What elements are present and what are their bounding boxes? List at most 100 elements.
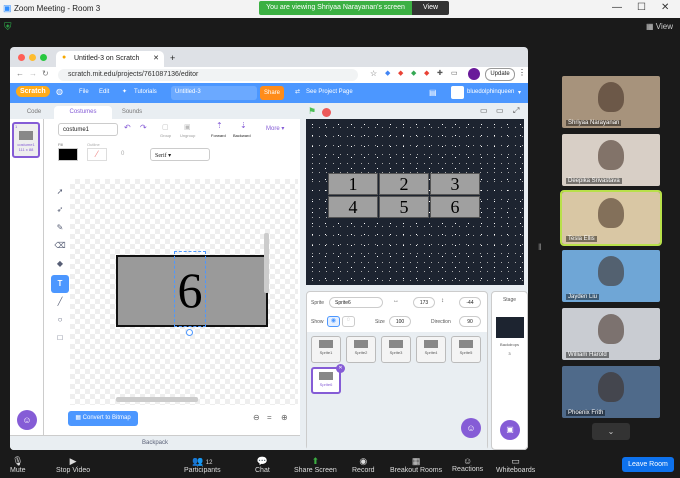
folder-icon[interactable]: ▤ [429, 88, 437, 97]
participant-video-panel[interactable]: Deepika Srivastava [562, 134, 660, 186]
extension-icon[interactable]: ◆ [424, 69, 429, 77]
chat-button[interactable]: 💬 Chat [255, 456, 270, 474]
maximize-icon[interactable]: ☐ [637, 2, 646, 13]
profile-avatar[interactable] [468, 68, 480, 80]
participant-video-panel[interactable]: Tesla Ellis [560, 190, 662, 246]
font-select[interactable]: Serif ▾ [150, 148, 210, 161]
select-tool-icon[interactable]: ➚ [54, 187, 66, 199]
sprite-tile[interactable]: Sprite4 [416, 336, 446, 363]
project-title-field[interactable]: Untitled-3 [171, 86, 257, 100]
menu-file[interactable]: File [79, 89, 89, 95]
redo-icon[interactable]: ↷ [140, 123, 147, 132]
puzzle-icon[interactable]: ✚ [437, 69, 443, 77]
circle-tool-icon[interactable]: ○ [54, 315, 66, 327]
participant-video-panel[interactable]: Jayden Liu [562, 250, 660, 302]
canvas-hscrollbar[interactable] [116, 397, 198, 402]
new-tab-icon[interactable]: + [170, 53, 175, 63]
splitter-handle[interactable]: ‖ [538, 242, 542, 252]
chevron-down-icon[interactable]: ▾ [518, 89, 521, 96]
reading-list-icon[interactable]: ▭ [451, 69, 458, 77]
bookmark-star-icon[interactable]: ☆ [370, 69, 377, 78]
reactions-button[interactable]: ☺ Reactions [452, 456, 483, 473]
undo-icon[interactable]: ↶ [124, 123, 131, 132]
costume-name-input[interactable]: costume1 [58, 123, 118, 136]
stop-video-button[interactable]: ▶ Stop Video [56, 456, 90, 474]
rectangle-tool-icon[interactable]: □ [54, 333, 66, 345]
user-avatar[interactable] [451, 86, 464, 99]
size-input[interactable]: 100 [389, 316, 411, 327]
backward-layer-icon[interactable]: ⇣ [240, 121, 247, 130]
zoom-in-icon[interactable]: ⊕ [281, 413, 288, 422]
text-tool-icon[interactable]: T [51, 275, 69, 293]
tab-code[interactable]: Code [14, 106, 54, 119]
forward-button[interactable]: Forward [211, 133, 226, 138]
tab-close-icon[interactable]: ✕ [153, 54, 159, 62]
share-screen-button[interactable]: ⬆ Share Screen [294, 456, 337, 474]
ungroup-button[interactable]: Ungroup [180, 133, 195, 138]
costume-thumbnail[interactable]: 1 costume1 111 x 88 [12, 122, 40, 158]
leave-room-button[interactable]: Leave Room [622, 457, 674, 472]
reshape-tool-icon[interactable]: ➶ [54, 205, 66, 217]
delete-sprite-icon[interactable]: ✕ [336, 364, 345, 373]
view-button[interactable]: ▦ View [646, 22, 673, 31]
scroll-down-button[interactable]: ⌄ [592, 423, 630, 440]
participant-video-panel[interactable]: Shriyaa Narayanan [562, 76, 660, 128]
forward-layer-icon[interactable]: ⇡ [216, 121, 223, 130]
extension-icon[interactable]: ◆ [385, 69, 390, 77]
fullscreen-icon[interactable]: ⤢ [513, 106, 519, 116]
menu-tutorials[interactable]: Tutorials [134, 89, 157, 95]
small-stage-icon[interactable]: ▭ [480, 106, 488, 115]
whiteboards-button[interactable]: ▭ Whiteboards [496, 456, 535, 474]
close-icon[interactable]: ✕ [661, 2, 669, 13]
choose-backdrop-button[interactable]: ▣ [500, 420, 520, 440]
menu-dots-icon[interactable]: ⋮ [518, 68, 526, 77]
menu-edit[interactable]: Edit [99, 89, 109, 95]
share-button[interactable]: Share [260, 86, 284, 100]
stage-target-pane[interactable]: Stage Backdrops 3 ▣ [491, 291, 528, 450]
sprite-tile[interactable]: Sprite5 [451, 336, 481, 363]
show-hidden-icon[interactable]: ◌ [342, 316, 355, 327]
minimize-icon[interactable]: — [612, 2, 622, 13]
line-tool-icon[interactable]: ╱ [54, 297, 66, 309]
fill-color-swatch[interactable] [58, 148, 78, 161]
stage[interactable]: 1 2 3 4 5 6 [306, 119, 524, 285]
outline-color-swatch[interactable]: ⁄ [87, 148, 107, 161]
participants-button[interactable]: 👥 12 Participants [184, 456, 221, 474]
costume-number-text[interactable]: 6 [174, 251, 206, 327]
minimize-dot[interactable] [29, 54, 36, 61]
breakout-rooms-button[interactable]: ▦ Breakout Rooms [390, 456, 442, 474]
direction-input[interactable]: 90 [459, 316, 481, 327]
green-flag-icon[interactable]: ⚑ [308, 106, 316, 117]
forward-icon[interactable]: → [29, 69, 37, 78]
x-input[interactable]: 173 [413, 297, 435, 308]
sprite-tile[interactable]: Sprite3 [381, 336, 411, 363]
choose-sprite-button[interactable]: ☺ [461, 418, 481, 438]
tab-costumes[interactable]: Costumes [54, 106, 112, 119]
brush-tool-icon[interactable]: ✎ [54, 223, 66, 235]
outline-width[interactable]: 0 [121, 151, 124, 157]
backward-button[interactable]: Backward [233, 133, 251, 138]
zoom-out-icon[interactable]: ⊖ [253, 413, 260, 422]
browser-tab[interactable]: ● Untitled-3 on Scratch ✕ [56, 51, 164, 67]
show-visible-icon[interactable]: ◉ [327, 316, 340, 327]
extension-icon[interactable]: ◆ [398, 69, 403, 77]
ungroup-icon[interactable]: ▣ [184, 123, 191, 131]
maximize-dot[interactable] [40, 54, 47, 61]
large-stage-icon[interactable]: ▭ [496, 106, 504, 115]
extension-icon[interactable]: ◆ [411, 69, 416, 77]
fill-tool-icon[interactable]: ◆ [54, 259, 66, 271]
choose-costume-button[interactable]: ☺ [17, 410, 37, 430]
close-dot[interactable] [18, 54, 25, 61]
zoom-reset-icon[interactable]: = [267, 413, 272, 422]
sprite-name-input[interactable]: Sprite6 [329, 297, 383, 308]
sprite-tile[interactable]: Sprite1 [311, 336, 341, 363]
group-button[interactable]: Group [160, 133, 171, 138]
y-input[interactable]: -44 [459, 297, 481, 308]
more-button[interactable]: More ▾ [266, 125, 284, 132]
back-icon[interactable]: ← [16, 69, 24, 78]
eraser-tool-icon[interactable]: ⌫ [54, 241, 66, 253]
update-button[interactable]: Update [485, 68, 515, 81]
see-project-button[interactable]: See Project Page [306, 89, 353, 95]
canvas-scrollbar[interactable] [264, 233, 269, 293]
sprite-tile[interactable]: Sprite2 [346, 336, 376, 363]
